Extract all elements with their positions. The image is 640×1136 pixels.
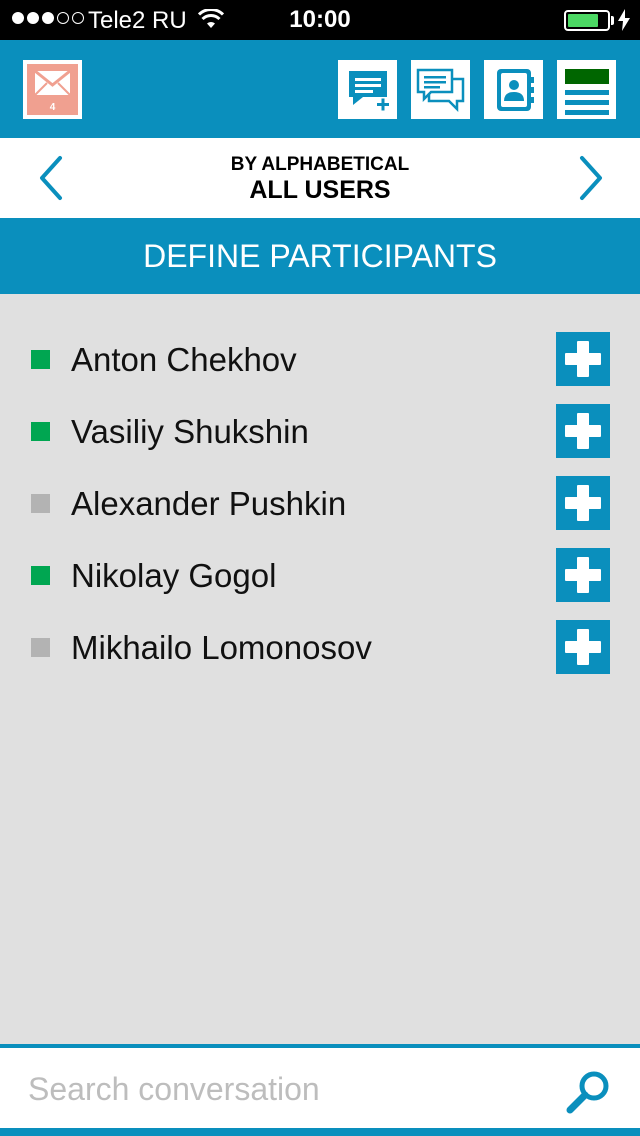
status-indicator [31,494,50,513]
new-message-icon [348,70,389,110]
participant-name: Alexander Pushkin [71,485,347,522]
category-subtitle: BY ALPHABETICAL [230,154,410,175]
mail-count-badge: 4 [49,102,56,113]
list-item: Anton Chekhov [0,324,640,396]
chat-icon [416,68,464,112]
wifi-icon [198,9,224,28]
category-title: ALL USERS [249,176,391,204]
charging-icon [618,9,630,31]
status-indicator [31,350,50,369]
section-header: DEFINE PARTICIPANTS [0,218,640,294]
participant-name: Anton Chekhov [71,341,297,378]
top-toolbar: 4 [0,40,640,138]
search-bar [0,1044,640,1136]
status-indicator [31,566,50,585]
status-indicator [31,638,50,657]
battery-icon [564,10,610,31]
contacts-button[interactable] [484,60,543,119]
list-item: Nikolay Gogol [0,540,640,612]
participant-name: Nikolay Gogol [71,557,277,594]
mail-button[interactable]: 4 [23,60,82,119]
list-item: Mikhailo Lomonosov [0,612,640,684]
add-participant-button[interactable] [556,476,610,530]
category-bar: BY ALPHABETICAL ALL USERS [0,138,640,218]
menu-icon [564,68,609,115]
mail-icon: 4 [27,64,78,115]
battery-tip [611,16,614,25]
carrier-name: Tele2 RU [88,7,187,34]
participant-name: Vasiliy Shukshin [71,413,309,450]
list-item: Vasiliy Shukshin [0,396,640,468]
signal-strength-icon [12,12,84,24]
new-message-button[interactable] [338,60,397,119]
status-indicator [31,422,50,441]
contacts-icon [496,68,534,111]
search-input[interactable] [28,1066,538,1112]
chat-button[interactable] [411,60,470,119]
add-participant-button[interactable] [556,404,610,458]
chevron-right-icon[interactable] [572,154,608,202]
participant-name: Mikhailo Lomonosov [71,629,372,666]
add-participant-button[interactable] [556,548,610,602]
search-icon[interactable] [564,1068,614,1118]
status-bar: Tele2 RU 10:00 [0,0,640,40]
add-participant-button[interactable] [556,620,610,674]
menu-button[interactable] [557,60,616,119]
list-item: Alexander Pushkin [0,468,640,540]
add-participant-button[interactable] [556,332,610,386]
